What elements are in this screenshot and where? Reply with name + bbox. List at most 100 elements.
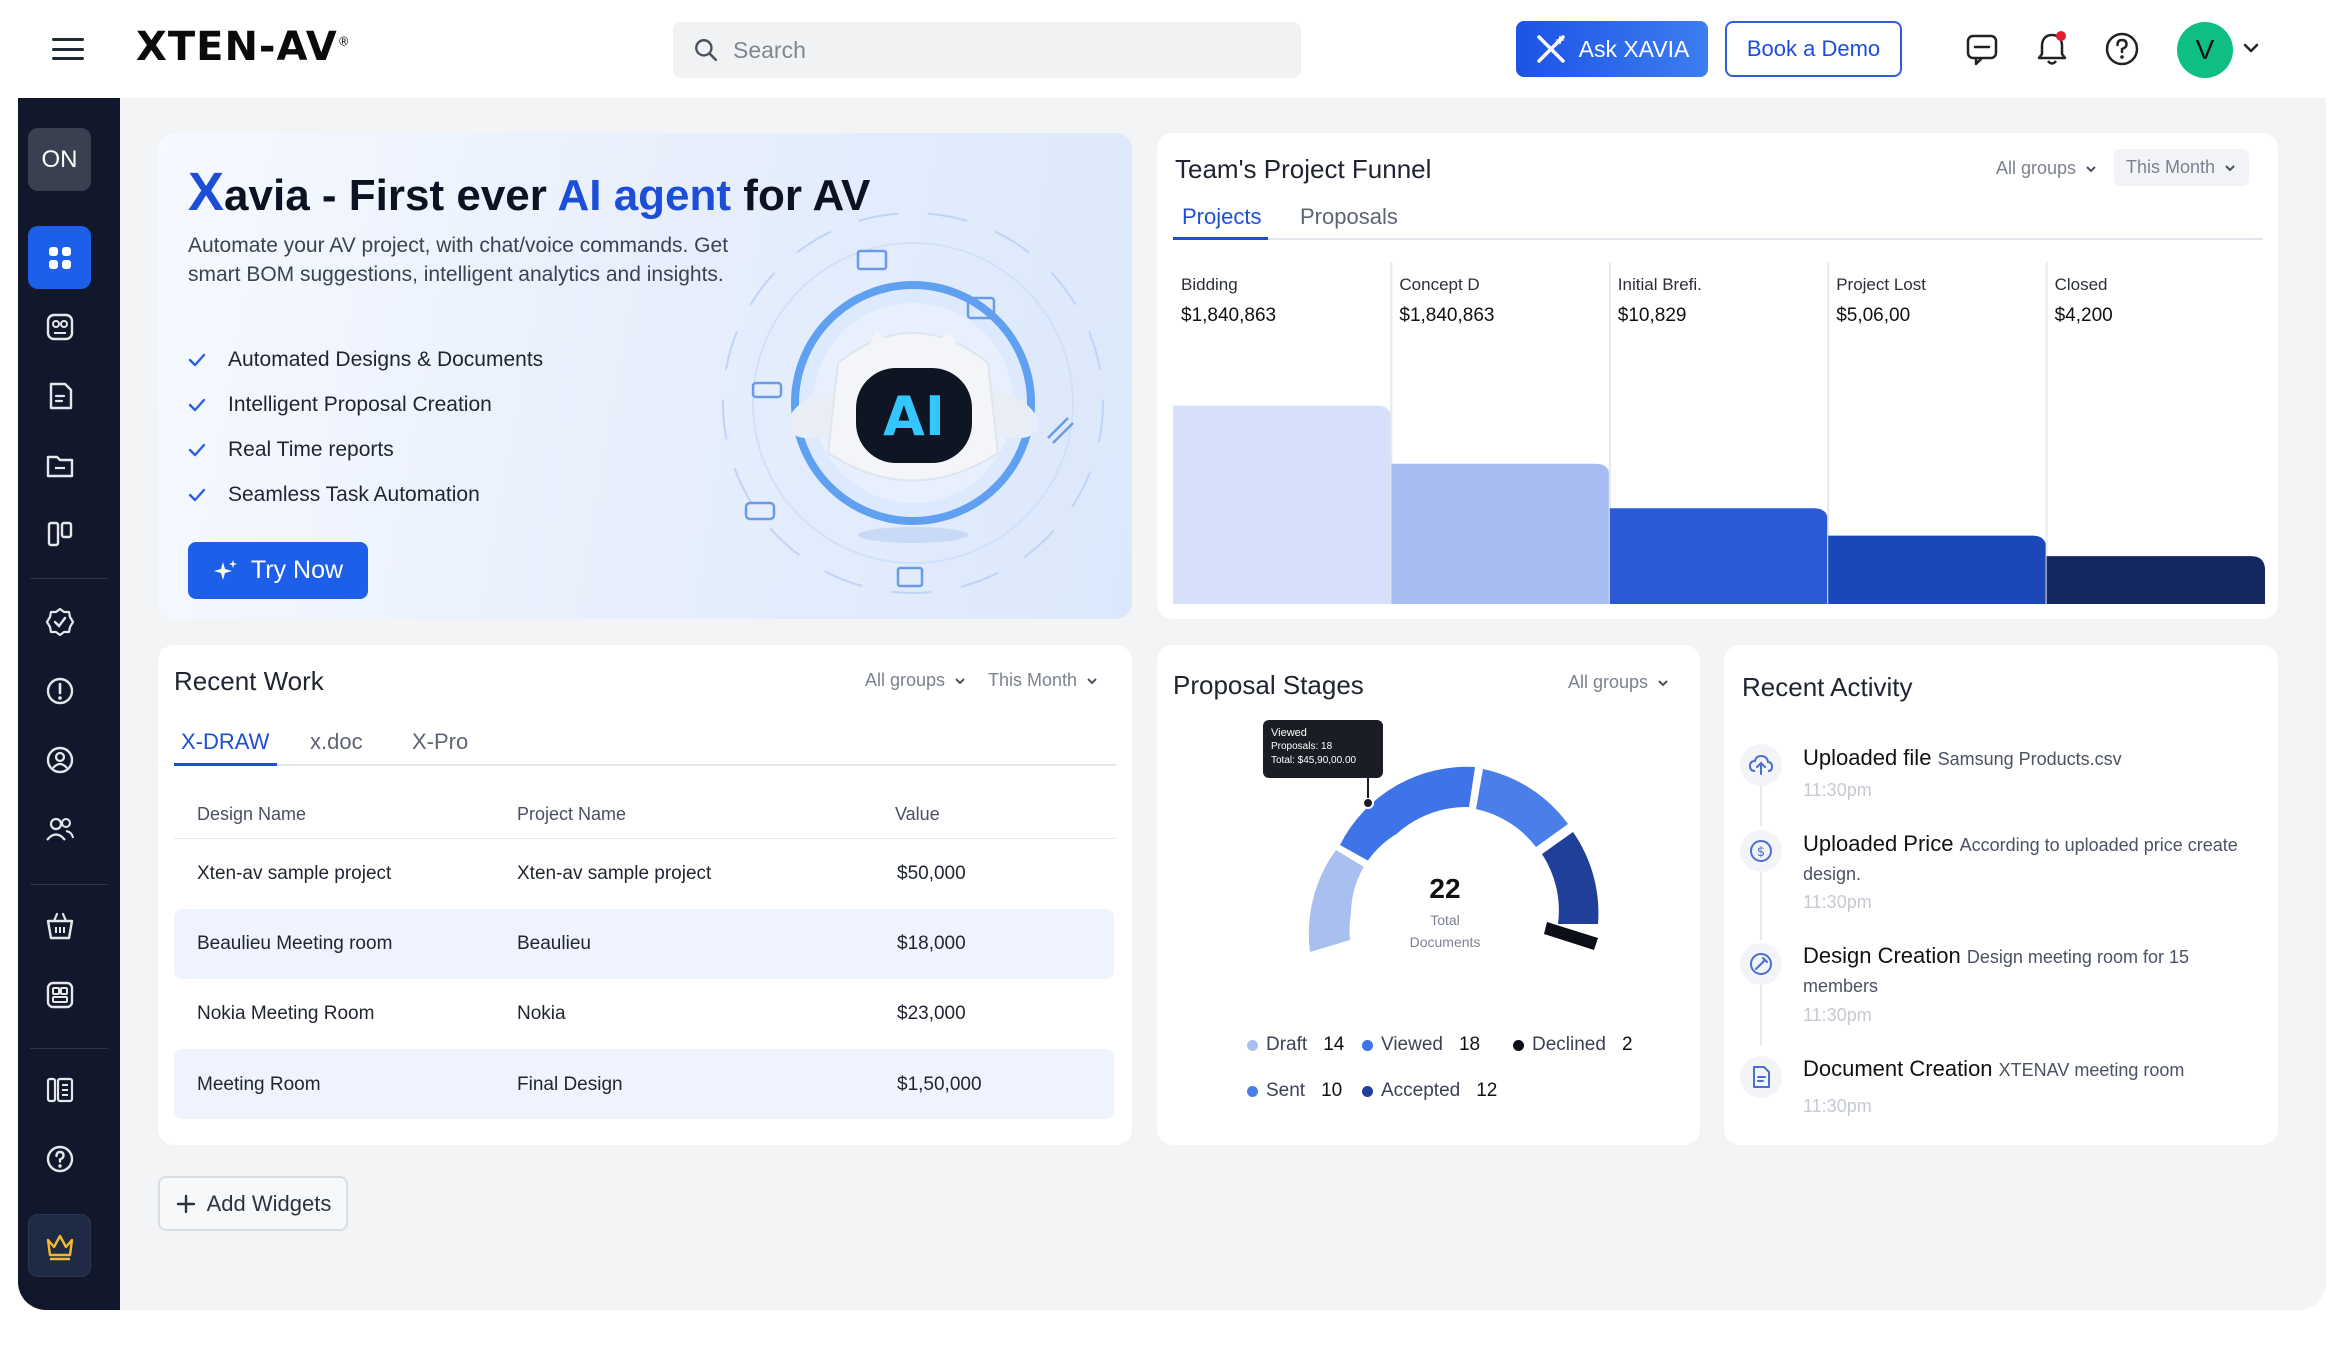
plus-icon	[176, 1194, 195, 1213]
design-icon	[1740, 943, 1782, 985]
tab-x-pro[interactable]: X-Pro	[412, 729, 468, 755]
tooltip-anchor-dot	[1362, 797, 1374, 809]
feature-label: Automated Designs & Documents	[228, 347, 544, 371]
chat-icon[interactable]	[1963, 30, 2001, 68]
chart-tooltip: Viewed Proposals: 18 Total: $45,90,00.00	[1263, 720, 1383, 778]
work-groups-dropdown[interactable]: All groups	[865, 670, 967, 691]
activity-item[interactable]: Document Creation XTENAV meeting room	[1803, 1055, 2243, 1084]
sidebar-item-tasks[interactable]	[28, 590, 91, 653]
tab-projects[interactable]: Projects	[1182, 204, 1261, 230]
xavia-promo-card: Xavia - First ever AI agent for AV Autom…	[158, 133, 1132, 619]
sidebar-item-folder[interactable]	[28, 433, 91, 496]
funnel-stage-value: $1,840,863	[1399, 305, 1494, 326]
check-icon	[188, 488, 206, 501]
legend-count: 12	[1476, 1080, 1498, 1101]
sidebar-toggle[interactable]: ON	[28, 128, 91, 191]
sidebar-item-catalog[interactable]	[28, 963, 91, 1026]
donut-segment-accepted	[1542, 832, 1599, 924]
feature-item: Intelligent Proposal Creation	[188, 382, 543, 427]
grid-icon	[48, 246, 71, 269]
timeline-connector	[1760, 786, 1762, 826]
funnel-stage-label: Closed	[2055, 275, 2108, 294]
sidebar-item-store[interactable]	[28, 894, 91, 957]
funnel-period-dropdown[interactable]: This Month	[2114, 149, 2250, 186]
cell-project-name: Xten-av sample project	[517, 863, 712, 884]
funnel-bar[interactable]	[1391, 463, 1610, 604]
sidebar-item-documents[interactable]	[28, 364, 91, 427]
tab-x-draw[interactable]: X-DRAW	[181, 729, 269, 755]
xavia-x-mark: X	[188, 162, 225, 222]
check-icon	[188, 443, 206, 456]
chevron-down-icon	[955, 677, 965, 684]
ai-robot-illustration: AI	[698, 203, 1128, 603]
notification-bell-icon[interactable]	[2033, 30, 2071, 68]
funnel-bar[interactable]	[2046, 556, 2265, 604]
activity-item[interactable]: Uploaded file Samsung Products.csv	[1803, 744, 2122, 773]
logo[interactable]: XTEN-AV®	[136, 24, 351, 70]
search-bar[interactable]	[673, 22, 1301, 78]
projects-icon	[46, 313, 73, 340]
help-icon[interactable]	[2103, 30, 2141, 68]
search-icon	[695, 39, 718, 62]
hero-description: Automate your AV project, with chat/voic…	[188, 234, 729, 286]
registered-mark: ®	[337, 34, 351, 49]
funnel-stage-label: Project Lost	[1836, 275, 1926, 294]
col-project-name: Project Name	[517, 804, 627, 824]
feature-label: Real Time reports	[228, 437, 394, 461]
hamburger-menu-icon[interactable]	[52, 38, 84, 60]
cell-value: $1,50,000	[897, 1074, 982, 1095]
sidebar-item-projects[interactable]	[28, 295, 91, 358]
add-widgets-button[interactable]: Add Widgets	[158, 1176, 348, 1231]
columns-icon	[47, 521, 72, 546]
sidebar-item-library[interactable]	[28, 1058, 91, 1121]
document-icon	[1740, 1056, 1782, 1098]
crown-icon	[46, 1234, 73, 1260]
catalog-icon	[46, 981, 73, 1008]
try-now-button[interactable]: Try Now	[188, 542, 368, 599]
funnel-bar[interactable]	[1828, 535, 2047, 604]
document-edit-icon	[49, 382, 72, 409]
sidebar-item-dashboard[interactable]	[28, 226, 91, 289]
activity-item[interactable]: Uploaded Price According to uploaded pri…	[1803, 830, 2243, 888]
sidebar-item-boards[interactable]	[28, 502, 91, 565]
funnel-groups-dropdown[interactable]: All groups	[1996, 158, 2098, 179]
sidebar: ON	[18, 98, 120, 1310]
work-period-label: This Month	[988, 670, 1078, 690]
feature-item: Seamless Task Automation	[188, 472, 543, 517]
tab-proposals[interactable]: Proposals	[1300, 204, 1398, 230]
work-period-dropdown[interactable]: This Month	[988, 670, 1099, 691]
activity-item[interactable]: Design Creation Design meeting room for …	[1803, 942, 2243, 1000]
documents-label: Documents	[1409, 934, 1481, 950]
cell-project-name: Final Design	[517, 1074, 623, 1095]
price-icon: $	[1740, 830, 1782, 872]
feature-item: Real Time reports	[188, 427, 543, 472]
funnel-stage-label: Initial Brefi.	[1618, 275, 1702, 294]
activity-title: Uploaded Price	[1803, 831, 1954, 856]
funnel-groups-label: All groups	[1996, 158, 2077, 178]
account-chevron-down-icon[interactable]	[2241, 38, 2261, 58]
check-icon	[188, 398, 206, 411]
app-root: XTEN-AV® Ask XAVIA Book a Demo V ON	[0, 0, 2344, 1350]
tab-x-doc[interactable]: x.doc	[310, 729, 363, 755]
legend-accepted: Accepted 12	[1362, 1080, 1497, 1102]
user-avatar[interactable]: V	[2177, 22, 2233, 78]
feature-item: Automated Designs & Documents	[188, 337, 543, 382]
book-demo-button[interactable]: Book a Demo	[1725, 21, 1902, 77]
stages-groups-dropdown[interactable]: All groups	[1568, 672, 1670, 693]
sidebar-item-contacts[interactable]	[28, 797, 91, 860]
tooltip-proposals: Proposals: 18	[1271, 741, 1333, 752]
search-input[interactable]	[733, 36, 1253, 64]
sidebar-item-premium[interactable]	[28, 1214, 91, 1277]
funnel-stage-value: $4,200	[2055, 305, 2113, 326]
ask-xavia-button[interactable]: Ask XAVIA	[1516, 21, 1708, 77]
activity-detail: Samsung Products.csv	[1937, 749, 2122, 769]
tooltip-title: Viewed	[1271, 727, 1307, 739]
sidebar-item-support[interactable]	[28, 728, 91, 791]
question-circle-icon	[46, 1145, 73, 1172]
sidebar-item-alerts[interactable]	[28, 659, 91, 722]
tab-active-underline	[174, 763, 277, 766]
legend-draft: Draft 14	[1247, 1034, 1344, 1056]
sidebar-item-help[interactable]	[28, 1127, 91, 1190]
funnel-bar[interactable]	[1609, 508, 1829, 604]
funnel-bar[interactable]	[1173, 405, 1392, 604]
